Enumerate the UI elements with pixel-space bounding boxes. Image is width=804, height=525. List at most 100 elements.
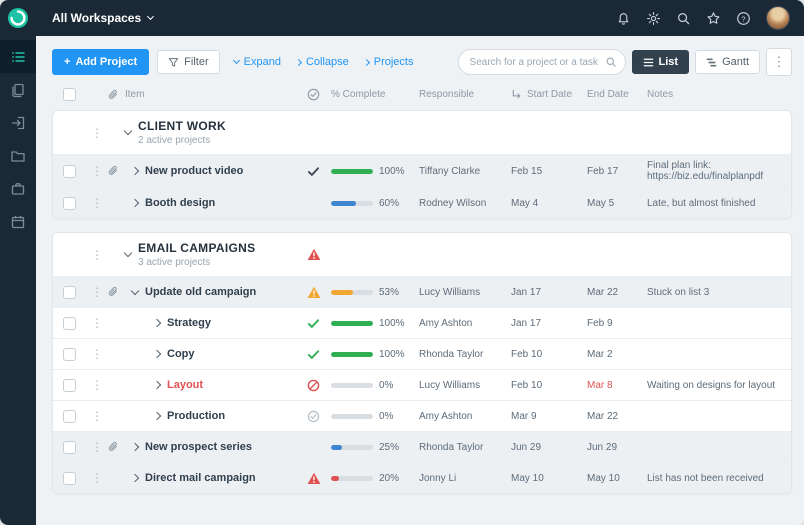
table-row[interactable]: ⋮ Production 0% Amy Ashton Mar 9 Mar 22 xyxy=(53,400,791,431)
progress-bar xyxy=(331,352,373,357)
app-window: All Workspaces ? xyxy=(0,0,804,525)
sidebar-item-pages[interactable] xyxy=(0,73,36,106)
progress-fill xyxy=(331,169,373,174)
row-checkbox[interactable] xyxy=(63,165,76,178)
drag-handle-icon[interactable]: ⋮ xyxy=(91,249,107,261)
paperclip-icon xyxy=(107,165,119,177)
gear-icon[interactable] xyxy=(646,11,661,26)
status-check-icon xyxy=(307,165,331,178)
item-name[interactable]: Booth design xyxy=(145,197,215,209)
row-chevron-icon[interactable] xyxy=(131,474,139,482)
item-name[interactable]: New product video xyxy=(145,165,243,177)
search-icon[interactable] xyxy=(676,11,691,26)
row-menu-icon[interactable]: ⋮ xyxy=(91,317,107,329)
table-row[interactable]: ⋮ Layout 0% Lucy Williams Feb 10 Mar 8 W… xyxy=(53,369,791,400)
list-view-button[interactable]: List xyxy=(632,50,690,74)
row-menu-icon[interactable]: ⋮ xyxy=(91,472,107,484)
row-chevron-icon[interactable] xyxy=(131,286,139,294)
group-collapse-chevron-icon[interactable] xyxy=(124,127,132,135)
workspace-label: All Workspaces xyxy=(52,11,141,25)
select-all-checkbox[interactable] xyxy=(63,88,76,101)
more-options-button[interactable]: ⋮ xyxy=(766,48,792,76)
table-row[interactable]: ⋮ Strategy 100% Amy Ashton Jan 17 Feb 9 xyxy=(53,307,791,338)
row-checkbox[interactable] xyxy=(63,410,76,423)
group-rows: ⋮ New product video 100% Tiffany Clarke … xyxy=(53,154,791,218)
progress-fill xyxy=(331,352,373,357)
row-chevron-icon[interactable] xyxy=(131,167,139,175)
group-name: CLIENT WORK xyxy=(138,119,226,133)
item-name[interactable]: Production xyxy=(167,410,225,422)
row-menu-icon[interactable]: ⋮ xyxy=(91,165,107,177)
row-chevron-icon[interactable] xyxy=(153,412,161,420)
column-end-date[interactable]: End Date xyxy=(587,89,647,100)
sidebar-item-calendar[interactable] xyxy=(0,205,36,238)
sidebar-item-list-view[interactable] xyxy=(0,40,36,73)
column-notes[interactable]: Notes xyxy=(647,89,781,100)
row-checkbox[interactable] xyxy=(63,317,76,330)
row-checkbox[interactable] xyxy=(63,441,76,454)
row-chevron-icon[interactable] xyxy=(131,199,139,207)
expand-link[interactable]: Expand xyxy=(234,56,281,68)
row-chevron-icon[interactable] xyxy=(153,319,161,327)
row-menu-icon[interactable]: ⋮ xyxy=(91,197,107,209)
row-menu-icon[interactable]: ⋮ xyxy=(91,348,107,360)
progress-label: 25% xyxy=(379,442,399,453)
column-start-date[interactable]: Start Date xyxy=(511,89,587,100)
attachments-column-icon xyxy=(107,89,125,101)
row-chevron-icon[interactable] xyxy=(153,381,161,389)
item-name[interactable]: Update old campaign xyxy=(145,286,256,298)
column-item[interactable]: Item xyxy=(125,89,307,100)
table-row[interactable]: ⋮ New product video 100% Tiffany Clarke … xyxy=(53,154,791,187)
sidebar-item-folder[interactable] xyxy=(0,139,36,172)
sidebar-item-briefcase[interactable] xyxy=(0,172,36,205)
group-header-row[interactable]: ⋮ CLIENT WORK 2 active projects xyxy=(53,111,791,154)
filter-button[interactable]: Filter xyxy=(157,50,219,74)
star-icon[interactable] xyxy=(706,11,721,26)
drag-handle-icon[interactable]: ⋮ xyxy=(91,127,107,139)
table-row[interactable]: ⋮ Update old campaign 53% Lucy Williams … xyxy=(53,276,791,307)
paperclip-icon xyxy=(107,286,119,298)
item-name[interactable]: Copy xyxy=(167,348,195,360)
item-name[interactable]: Strategy xyxy=(167,317,211,329)
add-project-button[interactable]: + Add Project xyxy=(52,49,149,75)
group-header-row[interactable]: ⋮ EMAIL CAMPAIGNS 3 active projects xyxy=(53,233,791,276)
sidebar-item-sign-in[interactable] xyxy=(0,106,36,139)
column-responsible[interactable]: Responsible xyxy=(419,89,511,100)
row-checkbox[interactable] xyxy=(63,348,76,361)
app-logo[interactable] xyxy=(0,0,36,36)
row-chevron-icon[interactable] xyxy=(131,443,139,451)
workspace-selector[interactable]: All Workspaces xyxy=(52,11,153,25)
table-row[interactable]: ⋮ Direct mail campaign 20% Jonny Li May … xyxy=(53,462,791,493)
gantt-view-button[interactable]: Gantt xyxy=(695,50,760,74)
group-collapse-chevron-icon[interactable] xyxy=(124,249,132,257)
row-checkbox[interactable] xyxy=(63,197,76,210)
progress-bar xyxy=(331,290,373,295)
row-menu-icon[interactable]: ⋮ xyxy=(91,410,107,422)
user-avatar[interactable] xyxy=(766,6,790,30)
column-pct-complete[interactable]: % Complete xyxy=(331,89,419,100)
progress-label: 100% xyxy=(379,349,405,360)
help-icon[interactable]: ? xyxy=(736,11,751,26)
table-row[interactable]: ⋮ Booth design 60% Rodney Wilson May 4 M… xyxy=(53,187,791,218)
bell-icon[interactable] xyxy=(616,11,631,26)
row-menu-icon[interactable]: ⋮ xyxy=(91,379,107,391)
progress-bar xyxy=(331,169,373,174)
item-name[interactable]: Direct mail campaign xyxy=(145,472,256,484)
row-menu-icon[interactable]: ⋮ xyxy=(91,441,107,453)
row-menu-icon[interactable]: ⋮ xyxy=(91,286,107,298)
row-chevron-icon[interactable] xyxy=(153,350,161,358)
table-row[interactable]: ⋮ New prospect series 25% Rhonda Taylor … xyxy=(53,431,791,462)
item-name[interactable]: Layout xyxy=(167,379,203,391)
search-box xyxy=(458,49,626,75)
collapse-link[interactable]: Collapse xyxy=(296,56,349,68)
search-input-icon[interactable] xyxy=(605,56,617,68)
row-checkbox[interactable] xyxy=(63,379,76,392)
item-name[interactable]: New prospect series xyxy=(145,441,252,453)
row-checkbox[interactable] xyxy=(63,286,76,299)
projects-link[interactable]: Projects xyxy=(364,56,414,68)
search-input[interactable] xyxy=(470,57,605,68)
row-checkbox[interactable] xyxy=(63,472,76,485)
table-row[interactable]: ⋮ Copy 100% Rhonda Taylor Feb 10 Mar 2 xyxy=(53,338,791,369)
group-name: EMAIL CAMPAIGNS xyxy=(138,241,255,255)
folder-icon xyxy=(10,148,26,164)
